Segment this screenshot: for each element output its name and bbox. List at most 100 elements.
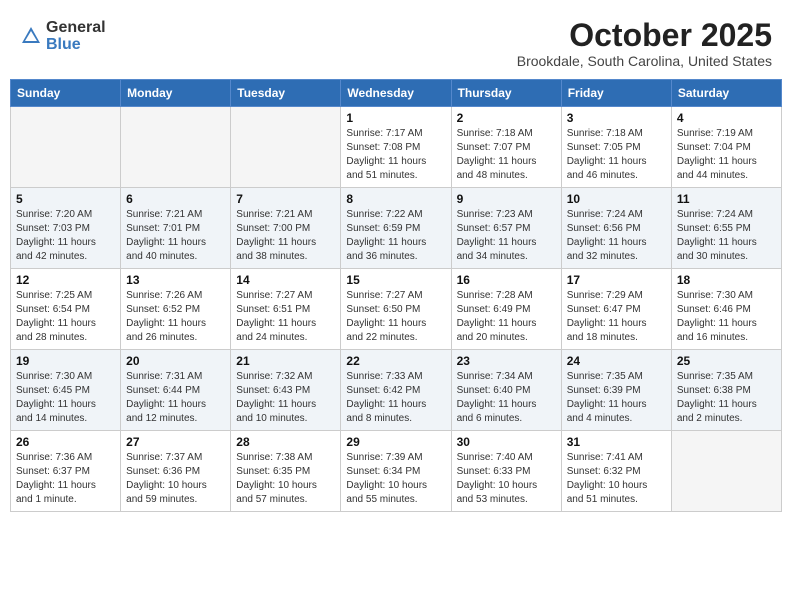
day-info: Sunrise: 7:18 AMSunset: 7:05 PMDaylight:… <box>567 127 666 183</box>
calendar-header-row: SundayMondayTuesdayWednesdayThursdayFrid… <box>11 80 782 107</box>
weekday-header-saturday: Saturday <box>671 80 781 107</box>
calendar-cell <box>671 431 781 512</box>
logo: General Blue <box>20 18 106 54</box>
page-header: General Blue October 2025 Brookdale, Sou… <box>10 10 782 75</box>
calendar-cell <box>121 107 231 188</box>
calendar-cell: 7 Sunrise: 7:21 AMSunset: 7:00 PMDaylight… <box>231 188 341 269</box>
day-info: Sunrise: 7:27 AMSunset: 6:51 PMDaylight:… <box>236 289 335 345</box>
day-info: Sunrise: 7:37 AMSunset: 6:36 PMDaylight:… <box>126 451 225 507</box>
location-subtitle: Brookdale, South Carolina, United States <box>517 53 772 69</box>
day-info: Sunrise: 7:28 AMSunset: 6:49 PMDaylight:… <box>457 289 556 345</box>
calendar-cell: 26 Sunrise: 7:36 AMSunset: 6:37 PMDayligh… <box>11 431 121 512</box>
day-info: Sunrise: 7:34 AMSunset: 6:40 PMDaylight:… <box>457 370 556 426</box>
day-info: Sunrise: 7:35 AMSunset: 6:39 PMDaylight:… <box>567 370 666 426</box>
day-info: Sunrise: 7:39 AMSunset: 6:34 PMDaylight:… <box>346 451 445 507</box>
day-number: 22 <box>346 354 445 368</box>
day-info: Sunrise: 7:20 AMSunset: 7:03 PMDaylight:… <box>16 208 115 264</box>
calendar-cell: 10 Sunrise: 7:24 AMSunset: 6:56 PMDayligh… <box>561 188 671 269</box>
day-number: 3 <box>567 111 666 125</box>
weekday-header-wednesday: Wednesday <box>341 80 451 107</box>
day-info: Sunrise: 7:30 AMSunset: 6:45 PMDaylight:… <box>16 370 115 426</box>
day-number: 14 <box>236 273 335 287</box>
day-info: Sunrise: 7:29 AMSunset: 6:47 PMDaylight:… <box>567 289 666 345</box>
calendar-cell: 29 Sunrise: 7:39 AMSunset: 6:34 PMDayligh… <box>341 431 451 512</box>
day-number: 30 <box>457 435 556 449</box>
calendar-cell: 18Sunrise: 7:30 AMSunset: 6:46 PMDayligh… <box>671 269 781 350</box>
day-number: 4 <box>677 111 776 125</box>
day-number: 10 <box>567 192 666 206</box>
calendar-cell: 16 Sunrise: 7:28 AMSunset: 6:49 PMDayligh… <box>451 269 561 350</box>
calendar-table: SundayMondayTuesdayWednesdayThursdayFrid… <box>10 79 782 512</box>
day-number: 27 <box>126 435 225 449</box>
day-info: Sunrise: 7:36 AMSunset: 6:37 PMDaylight:… <box>16 451 115 507</box>
calendar-week-row: 5Sunrise: 7:20 AMSunset: 7:03 PMDaylight… <box>11 188 782 269</box>
day-number: 15 <box>346 273 445 287</box>
calendar-cell: 11Sunrise: 7:24 AMSunset: 6:55 PMDayligh… <box>671 188 781 269</box>
day-info: Sunrise: 7:21 AMSunset: 7:00 PMDaylight:… <box>236 208 335 264</box>
month-title: October 2025 <box>517 18 772 53</box>
calendar-cell: 17 Sunrise: 7:29 AMSunset: 6:47 PMDayligh… <box>561 269 671 350</box>
calendar-cell <box>11 107 121 188</box>
day-info: Sunrise: 7:41 AMSunset: 6:32 PMDaylight:… <box>567 451 666 507</box>
day-number: 23 <box>457 354 556 368</box>
day-number: 2 <box>457 111 556 125</box>
day-number: 21 <box>236 354 335 368</box>
calendar-week-row: 19 Sunrise: 7:30 AMSunset: 6:45 PMDayligh… <box>11 350 782 431</box>
day-info: Sunrise: 7:27 AMSunset: 6:50 PMDaylight:… <box>346 289 445 345</box>
day-number: 31 <box>567 435 666 449</box>
calendar-cell: 13 Sunrise: 7:26 AMSunset: 6:52 PMDayligh… <box>121 269 231 350</box>
calendar-cell: 19 Sunrise: 7:30 AMSunset: 6:45 PMDayligh… <box>11 350 121 431</box>
calendar-cell: 25 Sunrise: 7:35 AMSunset: 6:38 PMDayligh… <box>671 350 781 431</box>
weekday-header-tuesday: Tuesday <box>231 80 341 107</box>
day-number: 11 <box>677 192 776 206</box>
calendar-cell: 30 Sunrise: 7:40 AMSunset: 6:33 PMDayligh… <box>451 431 561 512</box>
calendar-cell: 20 Sunrise: 7:31 AMSunset: 6:44 PMDayligh… <box>121 350 231 431</box>
calendar-cell: 31 Sunrise: 7:41 AMSunset: 6:32 PMDayligh… <box>561 431 671 512</box>
day-info: Sunrise: 7:32 AMSunset: 6:43 PMDaylight:… <box>236 370 335 426</box>
day-number: 7 <box>236 192 335 206</box>
logo-blue: Blue <box>46 35 106 54</box>
day-info: Sunrise: 7:35 AMSunset: 6:38 PMDaylight:… <box>677 370 776 426</box>
calendar-week-row: 12Sunrise: 7:25 AMSunset: 6:54 PMDayligh… <box>11 269 782 350</box>
calendar-cell: 14 Sunrise: 7:27 AMSunset: 6:51 PMDayligh… <box>231 269 341 350</box>
calendar-cell: 4Sunrise: 7:19 AMSunset: 7:04 PMDaylight… <box>671 107 781 188</box>
day-info: Sunrise: 7:25 AMSunset: 6:54 PMDaylight:… <box>16 289 115 345</box>
day-number: 24 <box>567 354 666 368</box>
calendar-cell: 27 Sunrise: 7:37 AMSunset: 6:36 PMDayligh… <box>121 431 231 512</box>
day-number: 17 <box>567 273 666 287</box>
calendar-cell: 2 Sunrise: 7:18 AMSunset: 7:07 PMDaylight… <box>451 107 561 188</box>
calendar-cell: 22 Sunrise: 7:33 AMSunset: 6:42 PMDayligh… <box>341 350 451 431</box>
day-number: 16 <box>457 273 556 287</box>
day-info: Sunrise: 7:17 AMSunset: 7:08 PMDaylight:… <box>346 127 445 183</box>
weekday-header-monday: Monday <box>121 80 231 107</box>
day-info: Sunrise: 7:40 AMSunset: 6:33 PMDaylight:… <box>457 451 556 507</box>
day-number: 1 <box>346 111 445 125</box>
calendar-cell: 3 Sunrise: 7:18 AMSunset: 7:05 PMDaylight… <box>561 107 671 188</box>
calendar-cell: 1 Sunrise: 7:17 AMSunset: 7:08 PMDaylight… <box>341 107 451 188</box>
calendar-cell: 15 Sunrise: 7:27 AMSunset: 6:50 PMDayligh… <box>341 269 451 350</box>
day-number: 29 <box>346 435 445 449</box>
weekday-header-sunday: Sunday <box>11 80 121 107</box>
day-number: 8 <box>346 192 445 206</box>
weekday-header-friday: Friday <box>561 80 671 107</box>
day-number: 26 <box>16 435 115 449</box>
day-info: Sunrise: 7:21 AMSunset: 7:01 PMDaylight:… <box>126 208 225 264</box>
day-number: 25 <box>677 354 776 368</box>
day-info: Sunrise: 7:18 AMSunset: 7:07 PMDaylight:… <box>457 127 556 183</box>
day-number: 13 <box>126 273 225 287</box>
day-info: Sunrise: 7:23 AMSunset: 6:57 PMDaylight:… <box>457 208 556 264</box>
calendar-cell: 6Sunrise: 7:21 AMSunset: 7:01 PMDaylight… <box>121 188 231 269</box>
title-block: October 2025 Brookdale, South Carolina, … <box>517 18 772 69</box>
day-number: 20 <box>126 354 225 368</box>
logo-icon <box>20 25 42 47</box>
day-info: Sunrise: 7:24 AMSunset: 6:56 PMDaylight:… <box>567 208 666 264</box>
calendar-cell: 8 Sunrise: 7:22 AMSunset: 6:59 PMDaylight… <box>341 188 451 269</box>
calendar-cell: 21 Sunrise: 7:32 AMSunset: 6:43 PMDayligh… <box>231 350 341 431</box>
day-info: Sunrise: 7:33 AMSunset: 6:42 PMDaylight:… <box>346 370 445 426</box>
day-info: Sunrise: 7:31 AMSunset: 6:44 PMDaylight:… <box>126 370 225 426</box>
calendar-cell: 5Sunrise: 7:20 AMSunset: 7:03 PMDaylight… <box>11 188 121 269</box>
day-info: Sunrise: 7:26 AMSunset: 6:52 PMDaylight:… <box>126 289 225 345</box>
calendar-cell: 23 Sunrise: 7:34 AMSunset: 6:40 PMDayligh… <box>451 350 561 431</box>
day-info: Sunrise: 7:22 AMSunset: 6:59 PMDaylight:… <box>346 208 445 264</box>
day-number: 19 <box>16 354 115 368</box>
